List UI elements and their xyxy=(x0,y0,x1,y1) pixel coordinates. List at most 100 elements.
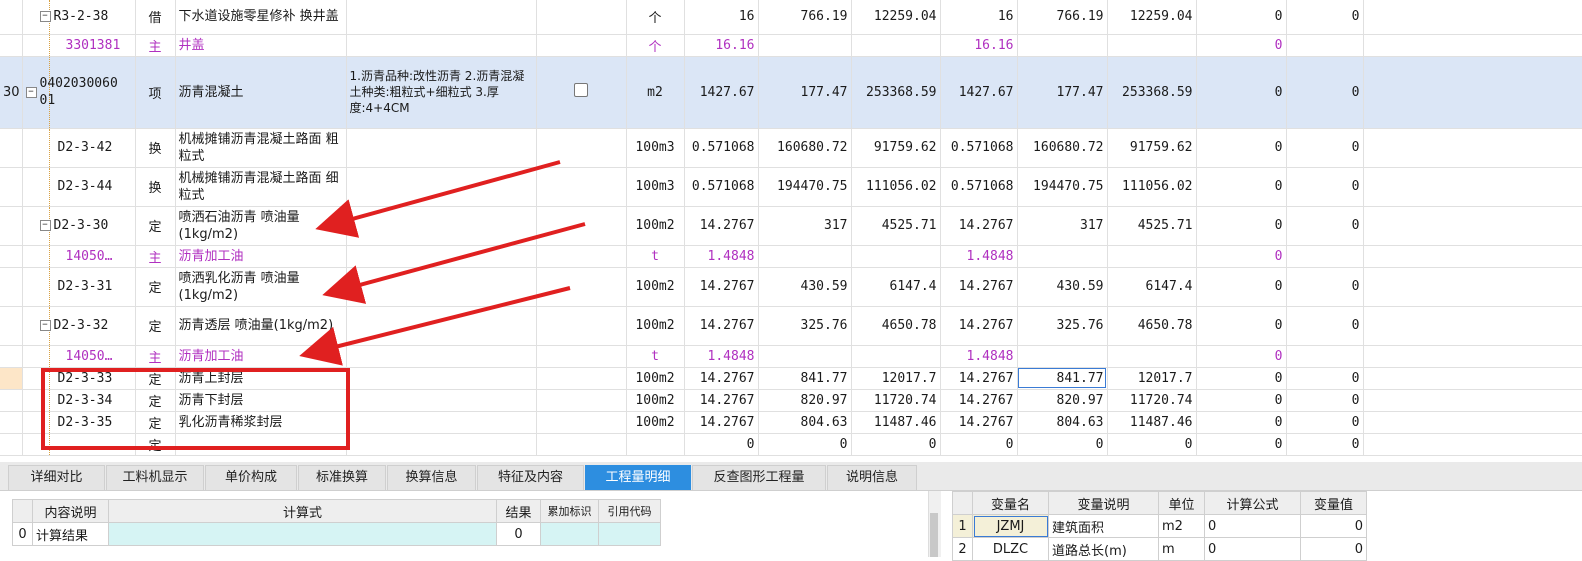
item-quantity[interactable]: 14.2767 xyxy=(684,306,759,346)
item-code[interactable]: −040203006001 xyxy=(22,56,136,129)
row-pad[interactable] xyxy=(1363,433,1582,456)
item-total-2[interactable] xyxy=(1107,345,1197,368)
item-total[interactable]: 0 xyxy=(851,433,941,456)
item-quantity-2[interactable]: 16 xyxy=(940,0,1018,35)
var-row-formula[interactable]: 0 xyxy=(1204,537,1301,561)
item-quantity-2[interactable]: 1.4848 xyxy=(940,245,1018,268)
item-total-2[interactable]: 12259.04 xyxy=(1107,0,1197,35)
item-unit-price-2[interactable]: 430.59 xyxy=(1017,267,1108,307)
item-unit[interactable]: 100m2 xyxy=(626,206,685,246)
item-code[interactable]: D2-3-31 xyxy=(22,267,136,307)
row-pad[interactable] xyxy=(1363,267,1582,307)
item-unit-price[interactable]: 160680.72 xyxy=(758,128,852,168)
item-type[interactable]: 借 xyxy=(135,0,176,35)
item-quantity[interactable]: 1.4848 xyxy=(684,245,759,268)
item-unit[interactable]: 100m2 xyxy=(626,389,685,412)
item-type[interactable]: 主 xyxy=(135,245,176,268)
item-check[interactable] xyxy=(536,245,627,268)
var-row-formula[interactable]: 0 xyxy=(1204,514,1301,538)
item-var-1[interactable]: 0 xyxy=(1196,56,1287,129)
item-var-1[interactable]: 0 xyxy=(1196,389,1287,412)
item-total[interactable] xyxy=(851,34,941,57)
calc-row-expr[interactable] xyxy=(108,522,497,546)
item-total[interactable]: 6147.4 xyxy=(851,267,941,307)
item-total[interactable] xyxy=(851,245,941,268)
collapse-toggle-icon[interactable]: − xyxy=(39,11,51,23)
item-name[interactable]: 下水道设施零星修补 换井盖 xyxy=(175,0,347,35)
item-feature[interactable]: 1.沥青品种:改性沥青 2.沥青混凝土种类:粗粒式+细粒式 3.厚度:4+4CM xyxy=(346,56,537,129)
item-unit-price[interactable] xyxy=(758,34,852,57)
item-total-2[interactable] xyxy=(1107,245,1197,268)
item-code[interactable]: D2-3-44 xyxy=(22,167,136,207)
item-type[interactable]: 定 xyxy=(135,411,176,434)
item-var-2[interactable]: 0 xyxy=(1286,411,1364,434)
item-unit[interactable]: 个 xyxy=(626,34,685,57)
var-row[interactable]: 1 JZMJ 建筑面积 m2 0 0 xyxy=(952,514,1367,538)
var-row-unit[interactable]: m2 xyxy=(1158,514,1205,538)
item-type[interactable]: 定 xyxy=(135,267,176,307)
item-code[interactable] xyxy=(22,433,136,456)
item-code[interactable]: D2-3-33 xyxy=(22,367,136,390)
item-unit[interactable]: t xyxy=(626,245,685,268)
item-var-2[interactable]: 0 xyxy=(1286,56,1364,129)
collapse-toggle-icon[interactable]: − xyxy=(39,320,51,331)
item-total[interactable]: 91759.62 xyxy=(851,128,941,168)
item-var-1[interactable]: 0 xyxy=(1196,245,1287,268)
var-row-unit[interactable]: m xyxy=(1158,537,1205,561)
item-code[interactable]: D2-3-42 xyxy=(22,128,136,168)
item-var-2[interactable] xyxy=(1286,345,1364,368)
item-code[interactable]: D2-3-34 xyxy=(22,389,136,412)
item-name[interactable] xyxy=(175,433,347,456)
item-type[interactable]: 项 xyxy=(135,56,176,129)
item-quantity[interactable]: 0.571068 xyxy=(684,128,759,168)
item-quantity-2[interactable]: 0.571068 xyxy=(940,128,1018,168)
item-check[interactable] xyxy=(536,367,627,390)
table-row[interactable]: D2-3-34 定沥青下封层 100m2 14.2767 820.97 11720.74 1… xyxy=(0,389,1582,412)
item-total[interactable] xyxy=(851,345,941,368)
item-unit[interactable]: 个 xyxy=(626,0,685,35)
item-var-1[interactable]: 0 xyxy=(1196,345,1287,368)
item-unit-price[interactable]: 194470.75 xyxy=(758,167,852,207)
item-total[interactable]: 4650.78 xyxy=(851,306,941,346)
row-pad[interactable] xyxy=(1363,245,1582,268)
collapse-toggle-icon[interactable]: − xyxy=(39,220,51,231)
item-total[interactable]: 4525.71 xyxy=(851,206,941,246)
table-row[interactable]: D2-3-44 换机械摊铺沥青混凝土路面 细粒式 100m3 0.571068 1944… xyxy=(0,167,1582,207)
item-var-2[interactable] xyxy=(1286,245,1364,268)
item-check[interactable] xyxy=(536,167,627,207)
item-quantity[interactable]: 16 xyxy=(684,0,759,35)
var-row-name[interactable]: JZMJ xyxy=(972,514,1049,538)
table-row[interactable]: − D2-3-30 定喷洒石油沥青 喷油量(1kg/m2) 100m2 14.2767 3… xyxy=(0,206,1582,246)
item-total[interactable]: 111056.02 xyxy=(851,167,941,207)
table-row[interactable]: 定00000000 xyxy=(0,433,1582,456)
item-unit[interactable]: 100m3 xyxy=(626,128,685,168)
item-name[interactable]: 沥青下封层 xyxy=(175,389,347,412)
item-unit-price-2[interactable]: 766.19 xyxy=(1017,0,1108,35)
item-feature[interactable] xyxy=(346,128,537,168)
item-feature[interactable] xyxy=(346,267,537,307)
item-total[interactable]: 12259.04 xyxy=(851,0,941,35)
item-feature[interactable] xyxy=(346,206,537,246)
item-var-1[interactable]: 0 xyxy=(1196,34,1287,57)
item-type[interactable]: 定 xyxy=(135,206,176,246)
item-feature[interactable] xyxy=(346,367,537,390)
item-quantity[interactable]: 16.16 xyxy=(684,34,759,57)
item-code[interactable]: − R3-2-38 xyxy=(22,0,136,35)
row-pad[interactable] xyxy=(1363,389,1582,412)
item-unit-price-2[interactable] xyxy=(1017,345,1108,368)
item-unit-price-2[interactable]: 0 xyxy=(1017,433,1108,456)
item-name[interactable]: 喷洒石油沥青 喷油量(1kg/m2) xyxy=(175,206,347,246)
item-name[interactable]: 机械摊铺沥青混凝土路面 细粒式 xyxy=(175,167,347,207)
item-quantity[interactable]: 0 xyxy=(684,433,759,456)
item-var-1[interactable]: 0 xyxy=(1196,0,1287,35)
calc-row[interactable]: 0 计算结果 0 xyxy=(12,522,661,546)
row-pad[interactable] xyxy=(1363,206,1582,246)
item-type[interactable]: 主 xyxy=(135,34,176,57)
item-total[interactable]: 253368.59 xyxy=(851,56,941,129)
item-name[interactable]: 机械摊铺沥青混凝土路面 粗粒式 xyxy=(175,128,347,168)
row-pad[interactable] xyxy=(1363,345,1582,368)
row-pad[interactable] xyxy=(1363,0,1582,35)
item-unit-price[interactable] xyxy=(758,345,852,368)
row-pad[interactable] xyxy=(1363,367,1582,390)
table-row[interactable]: D2-3-33 定沥青上封层 100m2 14.2767 841.77 12017.7 14… xyxy=(0,367,1582,390)
